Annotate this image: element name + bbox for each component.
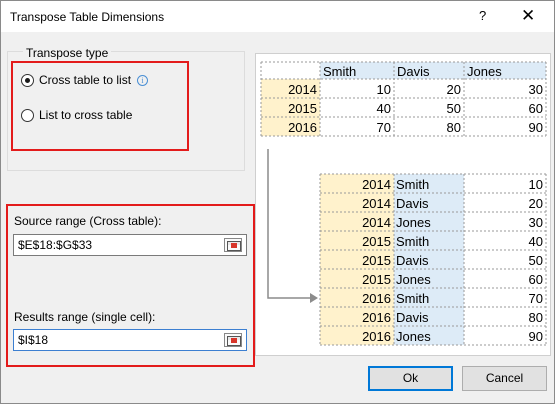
list-name-label: Jones — [396, 272, 431, 287]
ok-button[interactable]: Ok — [368, 366, 453, 391]
list-year-label: 2014 — [362, 177, 391, 192]
cross-cell-value: 70 — [377, 120, 391, 135]
cross-header-label: Smith — [323, 64, 356, 79]
cancel-button[interactable]: Cancel — [462, 366, 547, 391]
transform-arrow — [267, 149, 310, 299]
list-year-label: 2016 — [362, 310, 391, 325]
list-year-label: 2014 — [362, 196, 391, 211]
list-name-label: Jones — [396, 215, 431, 230]
cross-cell-value: 40 — [377, 101, 391, 116]
list-year-label: 2014 — [362, 215, 391, 230]
cross-year-label: 2016 — [288, 120, 317, 135]
cross-header-label: Jones — [467, 64, 502, 79]
cross-year-label: 2015 — [288, 101, 317, 116]
preview-panel: Smith Davis Jones 2014 10 20 30 2015 40 50 60 2016 7… — [255, 53, 551, 356]
list-year-label: 2016 — [362, 291, 391, 306]
cross-year-label: 2014 — [288, 82, 317, 97]
cross-cell-value: 20 — [447, 82, 461, 97]
list-year-label: 2015 — [362, 272, 391, 287]
cross-cell-value: 80 — [447, 120, 461, 135]
list-name-label: Jones — [396, 329, 431, 344]
cross-cell-value: 10 — [377, 82, 391, 97]
list-cell-value: 20 — [529, 196, 543, 211]
list-cell-value: 40 — [529, 234, 543, 249]
list-cell-value: 30 — [529, 215, 543, 230]
list-cell-value: 10 — [529, 177, 543, 192]
title-bar: Transpose Table Dimensions ? ✕ — [1, 1, 554, 32]
list-cell-value: 90 — [529, 329, 543, 344]
cross-cell-value: 60 — [529, 101, 543, 116]
list-name-label: Smith — [396, 234, 429, 249]
list-year-label: 2016 — [362, 329, 391, 344]
cross-header-label: Davis — [397, 64, 430, 79]
highlight-box-transpose-type — [11, 61, 189, 151]
highlight-box-ranges — [6, 204, 255, 367]
cross-cell-value: 30 — [529, 82, 543, 97]
close-icon[interactable]: ✕ — [521, 6, 535, 26]
list-name-label: Davis — [396, 196, 429, 211]
list-cell-value: 60 — [529, 272, 543, 287]
list-name-label: Davis — [396, 253, 429, 268]
transpose-type-label: Transpose type — [23, 46, 112, 60]
preview-illustration: Smith Davis Jones 2014 10 20 30 2015 40 50 60 2016 7… — [260, 61, 547, 346]
dialog-title: Transpose Table Dimensions — [10, 10, 165, 24]
dialog-window: Transpose Table Dimensions ? ✕ Transpose… — [0, 0, 555, 404]
arrow-head-icon — [310, 293, 318, 303]
list-cell-value: 50 — [529, 253, 543, 268]
list-year-label: 2015 — [362, 253, 391, 268]
list-year-label: 2015 — [362, 234, 391, 249]
help-button[interactable]: ? — [479, 8, 486, 23]
cross-cell-value: 50 — [447, 101, 461, 116]
list-name-label: Smith — [396, 177, 429, 192]
list-name-label: Smith — [396, 291, 429, 306]
list-name-label: Davis — [396, 310, 429, 325]
list-cell-value: 80 — [529, 310, 543, 325]
cross-cell-value: 90 — [529, 120, 543, 135]
list-cell-value: 70 — [529, 291, 543, 306]
